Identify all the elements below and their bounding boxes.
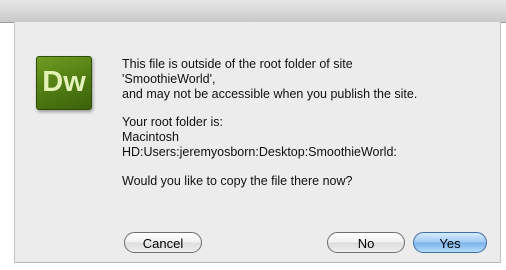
- copy-question: Would you like to copy the file there no…: [122, 174, 353, 188]
- root-folder-path: Macintosh: [122, 130, 179, 144]
- app-icon-letters: Dw: [42, 66, 86, 98]
- alert-dialog: Dw This file is outside of the root fold…: [0, 0, 506, 270]
- cancel-button[interactable]: Cancel: [124, 232, 202, 253]
- message-line: 'SmoothieWorld',: [122, 72, 216, 86]
- root-folder-path: HD:Users:jeremyosborn:Desktop:SmoothieWo…: [122, 145, 397, 159]
- message-line: This file is outside of the root folder …: [122, 57, 353, 71]
- message-line: and may not be accessible when you publi…: [122, 87, 418, 101]
- no-button[interactable]: No: [327, 232, 405, 253]
- root-folder-label: Your root folder is:: [122, 115, 223, 129]
- dialog-title-bar: [0, 0, 506, 23]
- dreamweaver-app-icon: Dw: [36, 56, 92, 110]
- yes-button[interactable]: Yes: [413, 232, 487, 253]
- dialog-message: This file is outside of the root folder …: [122, 57, 492, 189]
